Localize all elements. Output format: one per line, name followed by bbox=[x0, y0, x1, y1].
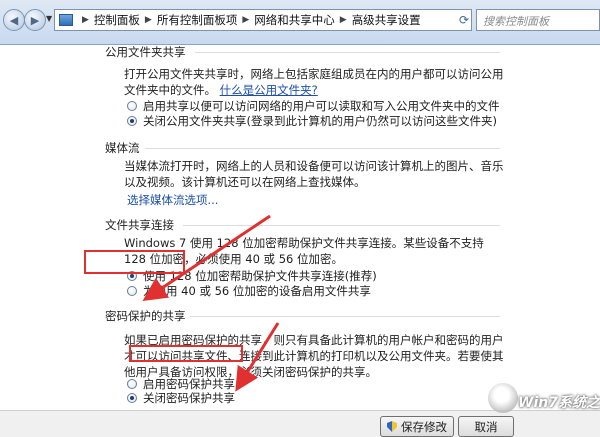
address-bar[interactable]: ▶ 控制面板 ▶ 所有控制面板项 ▶ 网络和共享中心 ▶ 高级共享设置 ⟳ bbox=[54, 9, 472, 31]
section-divider bbox=[183, 225, 500, 226]
public-folder-description: 打开公用文件夹共享时，网络上包括家庭组成员在内的用户都可以访问公用文件夹中的文件… bbox=[124, 66, 504, 98]
option-label: 为使用 40 或 56 位加密的设备启用文件共享 bbox=[143, 284, 371, 298]
radio-button[interactable] bbox=[127, 286, 137, 296]
breadcrumb-network-center[interactable]: 网络和共享中心 bbox=[254, 12, 335, 28]
encryption-40-56-option[interactable]: 为使用 40 或 56 位加密的设备启用文件共享 bbox=[127, 284, 371, 298]
choose-media-streaming-link[interactable]: 选择媒体流选项... bbox=[127, 192, 218, 208]
password-sharing-on-option[interactable]: 启用密码保护共享 bbox=[127, 377, 235, 391]
password-sharing-section-title: 密码保护的共享 bbox=[105, 309, 186, 323]
refresh-icon[interactable]: ⟳ bbox=[459, 13, 469, 27]
breadcrumb-control-panel[interactable]: 控制面板 bbox=[94, 12, 140, 28]
section-divider bbox=[195, 52, 500, 53]
history-dropdown-icon[interactable]: ▼ bbox=[46, 14, 52, 23]
option-label: 关闭公用文件夹共享(登录到此计算机的用户仍然可以访问这些文件夹) bbox=[143, 114, 497, 128]
breadcrumb-advanced-sharing[interactable]: 高级共享设置 bbox=[352, 12, 421, 28]
watermark-logo-icon bbox=[488, 383, 518, 413]
password-off-highlight-box bbox=[129, 345, 243, 362]
bottom-button-bar: 保存修改 取消 bbox=[0, 410, 600, 437]
cancel-button[interactable]: 取消 bbox=[458, 416, 514, 437]
radio-button[interactable] bbox=[127, 101, 137, 111]
explorer-toolbar: ◀ ▶ ▼ ▶ 控制面板 ▶ 所有控制面板项 ▶ 网络和共享中心 ▶ 高级共享设… bbox=[0, 0, 600, 45]
chevron-right-icon[interactable]: ▶ bbox=[145, 15, 152, 25]
control-panel-icon bbox=[59, 14, 73, 26]
radio-button[interactable] bbox=[127, 379, 137, 389]
advanced-sharing-settings-window: ◀ ▶ ▼ ▶ 控制面板 ▶ 所有控制面板项 ▶ 网络和共享中心 ▶ 高级共享设… bbox=[0, 0, 600, 437]
radio-button[interactable] bbox=[127, 393, 137, 403]
settings-content: 公用文件夹共享 打开公用文件夹共享时，网络上包括家庭组成员在内的用户都可以访问公… bbox=[0, 44, 600, 437]
save-button-label: 保存修改 bbox=[401, 419, 447, 434]
file-sharing-section-title: 文件共享连接 bbox=[105, 218, 174, 232]
watermark-text: Win7系统之家 bbox=[518, 395, 600, 411]
forward-button[interactable]: ▶ bbox=[24, 9, 46, 31]
back-button[interactable]: ◀ bbox=[3, 9, 25, 31]
breadcrumb-all-items[interactable]: 所有控制面板项 bbox=[157, 12, 238, 28]
media-streaming-description: 当媒体流打开时，网络上的人员和设备便可以访问该计算机上的图片、音乐以及视频。该计… bbox=[124, 159, 504, 189]
what-is-public-folder-link[interactable]: 什么是公用文件夹? bbox=[220, 83, 318, 97]
search-input[interactable]: 搜索控制面板 bbox=[476, 9, 600, 31]
option-label: 启用共享以便可以访问网络的用户可以读取和写入公用文件夹中的文件 bbox=[143, 99, 500, 113]
section-divider bbox=[145, 148, 500, 149]
option-label: 启用密码保护共享 bbox=[143, 377, 235, 391]
public-sharing-on-option[interactable]: 启用共享以便可以访问网络的用户可以读取和写入公用文件夹中的文件 bbox=[127, 99, 500, 113]
option-label: 关闭密码保护共享 bbox=[143, 391, 235, 405]
chevron-right-icon[interactable]: ▶ bbox=[242, 15, 249, 25]
media-streaming-section-title: 媒体流 bbox=[105, 141, 140, 155]
password-sharing-off-option[interactable]: 关闭密码保护共享 bbox=[127, 391, 235, 405]
radio-button[interactable] bbox=[127, 116, 137, 126]
public-folder-section-title: 公用文件夹共享 bbox=[105, 45, 186, 59]
uac-shield-icon bbox=[387, 421, 397, 432]
save-changes-button[interactable]: 保存修改 bbox=[380, 416, 454, 437]
section-divider bbox=[190, 316, 500, 317]
chevron-right-icon[interactable]: ▶ bbox=[340, 15, 347, 25]
chevron-right-icon[interactable]: ▶ bbox=[82, 15, 89, 25]
public-sharing-off-option[interactable]: 关闭公用文件夹共享(登录到此计算机的用户仍然可以访问这些文件夹) bbox=[127, 114, 497, 128]
password-section-highlight-box bbox=[84, 250, 185, 274]
